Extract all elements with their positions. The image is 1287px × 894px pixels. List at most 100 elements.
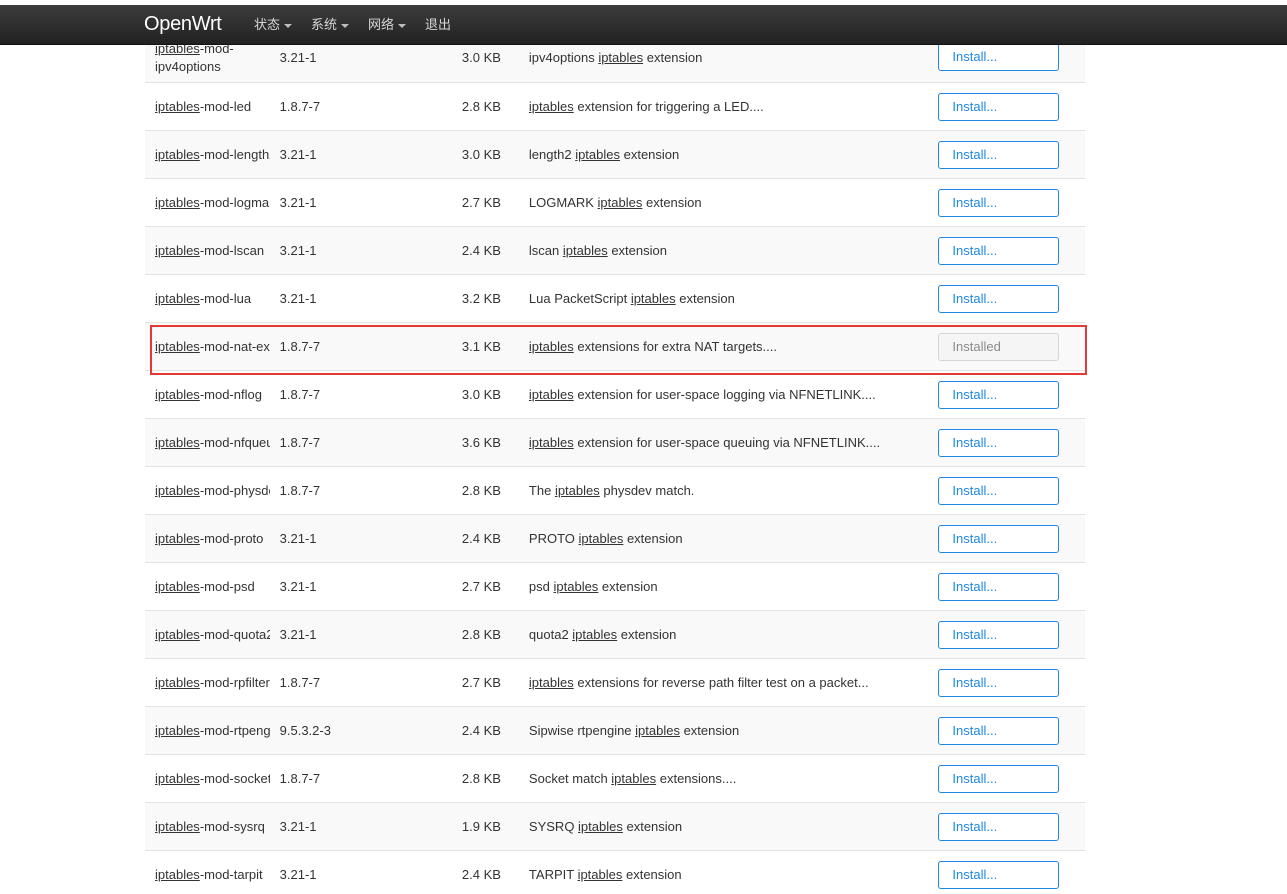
package-description: iptables extension for triggering a LED.… (519, 83, 934, 131)
package-size: 2.7 KB (461, 579, 501, 594)
install-button[interactable]: Install... (938, 188, 1060, 217)
table-row: iptables-mod-nat-extra1.8.7-73.1 KBiptab… (145, 322, 1085, 371)
install-button[interactable]: Install... (938, 284, 1060, 313)
menu-logout[interactable]: 退出 (425, 5, 451, 45)
table-row: iptables-mod-psd 3.21-1 2.7 KB psd iptables… (145, 562, 1085, 611)
install-button[interactable]: Install... (938, 524, 1060, 553)
package-name: iptables-mod-sysrq (145, 803, 270, 851)
table-row: iptables-mod-quota2 3.21-1 2.8 KB quota2 ip… (145, 610, 1085, 659)
install-button[interactable]: Install... (938, 812, 1060, 841)
install-button[interactable]: Install... (938, 140, 1060, 169)
package-name-link[interactable]: iptables (155, 627, 200, 642)
package-name-link[interactable]: iptables (155, 387, 200, 402)
brand-logo[interactable]: OpenWrt (144, 11, 222, 37)
description-link[interactable]: iptables (611, 771, 656, 786)
description-suffix: extension (607, 243, 667, 258)
package-version: 1.8.7-7 (279, 675, 321, 690)
description-prefix: The (528, 483, 555, 498)
description-link[interactable]: iptables (563, 243, 608, 258)
install-button[interactable]: Install... (938, 860, 1060, 889)
package-description: LOGMARK iptables extension (519, 179, 934, 227)
description-link[interactable]: iptables (529, 387, 574, 402)
description-link[interactable]: iptables (529, 435, 574, 450)
package-name-link[interactable]: iptables (155, 675, 200, 690)
table-row: iptables-mod-lua 3.21-1 3.2 KB Lua PacketSc… (145, 274, 1085, 323)
package-name-link[interactable]: iptables (155, 291, 200, 306)
description-suffix: extension (622, 867, 682, 883)
description-link[interactable]: iptables (631, 291, 676, 306)
package-name-link[interactable]: iptables (155, 483, 200, 498)
caret-down-icon (398, 23, 407, 28)
menu-status-label: 状态 (254, 17, 281, 32)
package-action: Install... (934, 755, 1085, 803)
description-link[interactable]: iptables (554, 579, 599, 594)
install-button[interactable]: Install... (938, 572, 1060, 601)
description-link[interactable]: iptables (635, 723, 680, 738)
menu-system[interactable]: 系统 (311, 5, 350, 45)
package-name-suffix: -mod-nflog (199, 387, 262, 402)
package-name-link[interactable]: iptables (155, 195, 200, 210)
package-name-link[interactable]: iptables (155, 435, 200, 450)
package-name: iptables-mod-nfqueue (145, 419, 270, 467)
package-size: 2.8 KB (461, 627, 501, 642)
description-link[interactable]: iptables (598, 195, 643, 210)
description-prefix: quota2 (528, 627, 573, 642)
package-name-link[interactable]: iptables (155, 579, 200, 594)
description-suffix: extension (679, 723, 740, 738)
install-button[interactable]: Install... (938, 476, 1060, 505)
package-version: 9.5.3.2-3 (279, 723, 331, 738)
install-button[interactable]: Install... (938, 668, 1060, 697)
install-button[interactable]: Install... (938, 716, 1060, 745)
description-prefix: LOGMARK (528, 195, 598, 210)
package-name-suffix: -mod-physdev (199, 483, 270, 498)
package-name-suffix: -mod-rtpengine (199, 723, 270, 738)
description-suffix: extension for user-space logging via NFN… (573, 387, 876, 402)
package-name-link[interactable]: iptables (155, 243, 200, 258)
package-name: iptables-mod-psd (145, 563, 270, 611)
top-navbar: OpenWrt 状态 系统 网络 退出 (0, 5, 1287, 45)
install-button[interactable]: Install... (938, 764, 1060, 793)
description-link[interactable]: iptables (578, 867, 623, 882)
install-button[interactable]: Install... (938, 428, 1060, 457)
menu-status[interactable]: 状态 (254, 5, 293, 45)
install-button[interactable]: Install... (938, 620, 1060, 649)
menu-network[interactable]: 网络 (368, 5, 407, 45)
table-row: iptables-mod-rpfilter 1.8.7-7 2.7 KB iptabl… (145, 658, 1085, 707)
package-name: iptables-mod-logmark (145, 179, 270, 227)
package-name: iptables-mod-led (145, 83, 270, 131)
description-link[interactable]: iptables (572, 627, 617, 642)
description-link[interactable]: iptables (529, 675, 574, 690)
description-link[interactable]: iptables (529, 99, 574, 114)
package-description: Sipwise rtpengine iptables extension (519, 707, 934, 755)
package-size: 2.4 KB (461, 243, 501, 258)
package-name-link[interactable]: iptables (155, 867, 200, 882)
package-name-link[interactable]: iptables (155, 531, 200, 546)
description-link[interactable]: iptables (529, 339, 574, 354)
package-name-link[interactable]: iptables (155, 147, 200, 162)
table-row: iptables-mod-length2 3.21-1 3.0 KB length2 … (145, 130, 1085, 179)
install-button[interactable]: Install... (938, 380, 1060, 409)
table-row: iptables-mod-rtpengine9.5.3.2-32.4 KBSip… (145, 706, 1085, 755)
description-link[interactable]: iptables (555, 483, 600, 498)
package-version: 3.21-1 (279, 147, 317, 162)
package-version: 3.21-1 (279, 627, 317, 642)
package-name-link[interactable]: iptables (155, 99, 200, 114)
install-button[interactable]: Install... (938, 43, 1060, 71)
package-name-link[interactable]: iptables (155, 819, 200, 834)
package-action: Install... (934, 131, 1085, 179)
package-name-link[interactable]: iptables (155, 771, 200, 786)
package-name-suffix: -mod-logmark (199, 195, 270, 210)
description-link[interactable]: iptables (575, 147, 620, 162)
package-table-body: iptables-mod-ipv4options 3.21-1 3.0 KB ipv4… (145, 31, 1085, 894)
description-link[interactable]: iptables (598, 50, 643, 65)
install-button[interactable]: Install... (938, 236, 1060, 265)
description-suffix: extension (617, 627, 677, 642)
install-button[interactable]: Install... (938, 92, 1060, 121)
description-link[interactable]: iptables (579, 531, 624, 546)
package-name-link[interactable]: iptables (155, 339, 200, 354)
package-name: iptables-mod-length2 (145, 131, 270, 179)
description-suffix: extension for triggering a LED.... (573, 99, 764, 114)
description-link[interactable]: iptables (578, 819, 623, 834)
description-suffix: extension (623, 531, 683, 546)
package-name-link[interactable]: iptables (155, 723, 200, 738)
